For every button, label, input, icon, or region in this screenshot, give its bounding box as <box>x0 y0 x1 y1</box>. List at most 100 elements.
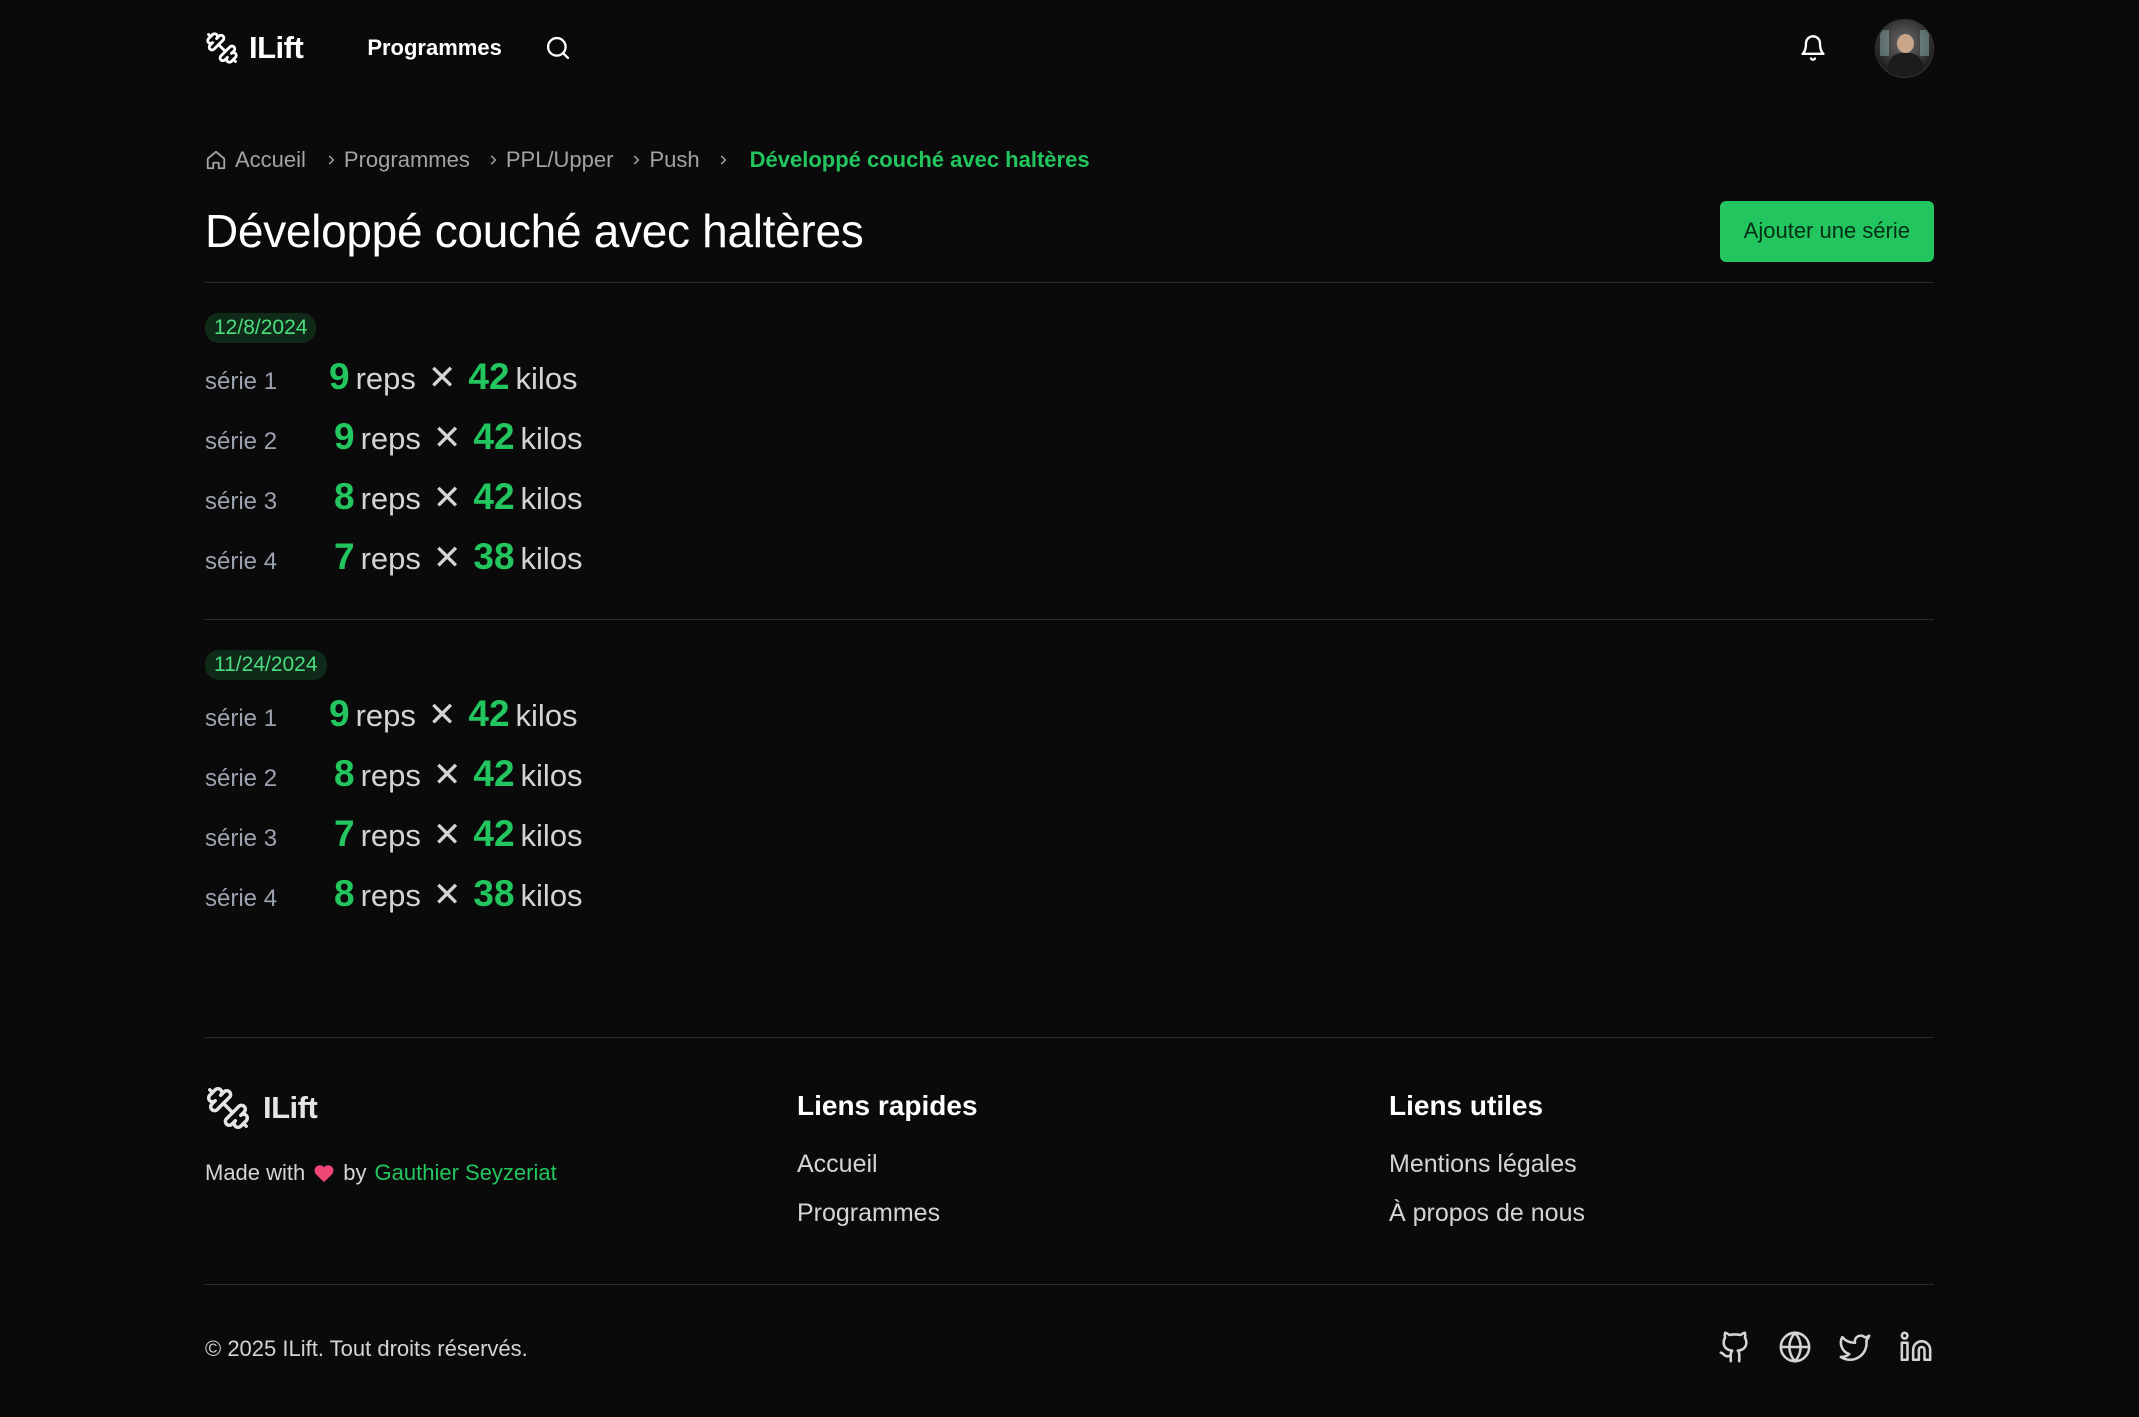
times-icon: ✕ <box>427 696 457 734</box>
search-icon <box>546 36 569 60</box>
breadcrumb-programmes[interactable]: Programmes <box>344 147 470 173</box>
reps-value: 9 <box>329 356 350 397</box>
set-row: série 4 7 reps ✕ 38 kilos <box>205 527 583 587</box>
footer-link-legal[interactable]: Mentions légales <box>1389 1150 1585 1179</box>
twitter-icon[interactable] <box>1838 1330 1872 1364</box>
search-button[interactable] <box>544 34 572 62</box>
social-links <box>1718 1330 1934 1364</box>
set-row: série 1 9 reps ✕ 42 kilos <box>205 684 583 744</box>
chevron-right-icon <box>716 153 730 167</box>
reps-value: 9 <box>329 693 350 734</box>
breadcrumb-program[interactable]: PPL/Upper <box>506 147 614 173</box>
kilos-unit: kilos <box>520 541 583 576</box>
kilos-unit: kilos <box>520 421 583 456</box>
session-date-badge: 12/8/2024 <box>205 313 317 343</box>
kilos-unit: kilos <box>520 481 583 516</box>
kilos-value: 42 <box>473 416 515 457</box>
linkedin-icon[interactable] <box>1898 1330 1934 1364</box>
author-link[interactable]: Gauthier Seyzeriat <box>375 1160 557 1186</box>
reps-value: 9 <box>334 416 355 457</box>
dumbbell-logo-icon <box>207 1087 249 1129</box>
reps-unit: reps <box>360 541 421 576</box>
breadcrumb-current: Développé couché avec haltères <box>749 147 1090 172</box>
notifications-button[interactable] <box>1799 34 1827 62</box>
footer-link-programmes[interactable]: Programmes <box>797 1199 978 1228</box>
useful-links-title: Liens utiles <box>1389 1090 1544 1121</box>
set-label: série 1 <box>205 705 278 732</box>
breadcrumb-workout[interactable]: Push <box>649 147 699 173</box>
chevron-right-icon <box>324 153 338 167</box>
chevron-right-icon <box>486 153 500 167</box>
quick-links-title: Liens rapides <box>797 1090 978 1121</box>
reps-value: 8 <box>334 873 355 914</box>
set-label: série 2 <box>205 765 278 792</box>
footer-brand[interactable]: ILift <box>205 1085 318 1131</box>
reps-unit: reps <box>360 481 421 516</box>
set-label: série 4 <box>205 548 278 575</box>
kilos-unit: kilos <box>520 818 583 853</box>
reps-unit: reps <box>355 361 416 396</box>
heart-icon <box>314 1165 334 1183</box>
reps-value: 8 <box>334 476 355 517</box>
times-icon: ✕ <box>427 359 457 397</box>
times-icon: ✕ <box>432 876 462 914</box>
add-set-button[interactable]: Ajouter une série <box>1719 200 1934 262</box>
by-label: by <box>343 1160 367 1185</box>
user-avatar[interactable] <box>1875 18 1934 78</box>
set-label: série 1 <box>205 368 278 395</box>
page-header: Développé couché avec haltères Ajouter u… <box>205 196 1934 266</box>
times-icon: ✕ <box>432 756 462 794</box>
reps-value: 7 <box>334 813 355 854</box>
reps-value: 7 <box>334 536 355 577</box>
brand-logo[interactable]: ILift <box>205 30 304 66</box>
times-icon: ✕ <box>432 816 462 854</box>
set-label: série 3 <box>205 825 278 852</box>
quick-links: Liens rapides Accueil Programmes <box>797 1090 978 1248</box>
kilos-value: 38 <box>473 536 515 577</box>
footer-link-about[interactable]: À propos de nous <box>1389 1199 1585 1228</box>
globe-icon[interactable] <box>1778 1330 1812 1364</box>
footer-brand-name: ILift <box>263 1090 318 1125</box>
times-icon: ✕ <box>432 539 462 577</box>
home-icon <box>206 150 226 170</box>
set-label: série 4 <box>205 885 278 912</box>
copyright: © 2025 ILift. Tout droits réservés. <box>205 1336 528 1361</box>
brand-name: ILift <box>249 30 304 65</box>
kilos-value: 42 <box>468 356 510 397</box>
set-row: série 3 8 reps ✕ 42 kilos <box>205 467 583 527</box>
reps-unit: reps <box>360 421 421 456</box>
useful-links: Liens utiles Mentions légales À propos d… <box>1389 1090 1585 1248</box>
github-icon[interactable] <box>1718 1330 1752 1364</box>
set-row: série 3 7 reps ✕ 42 kilos <box>205 804 583 864</box>
footer-link-accueil[interactable]: Accueil <box>797 1150 978 1179</box>
set-label: série 3 <box>205 488 278 515</box>
divider <box>205 282 1934 283</box>
kilos-unit: kilos <box>520 878 583 913</box>
kilos-value: 38 <box>473 873 515 914</box>
session-date-badge: 11/24/2024 <box>205 650 327 680</box>
kilos-value: 42 <box>473 753 515 794</box>
breadcrumb: Accueil Programmes PPL/Upper Push Dévelo… <box>205 143 1090 177</box>
top-navbar: ILift Programmes <box>205 0 1934 96</box>
made-with-label: Made with <box>205 1160 306 1185</box>
kilos-value: 42 <box>468 693 510 734</box>
set-row: série 2 9 reps ✕ 42 kilos <box>205 407 583 467</box>
nav-programmes[interactable]: Programmes <box>367 35 502 61</box>
kilos-unit: kilos <box>520 758 583 793</box>
bell-icon <box>1801 35 1825 61</box>
reps-value: 8 <box>334 753 355 794</box>
chevron-right-icon <box>629 153 643 167</box>
times-icon: ✕ <box>432 419 462 457</box>
page-title: Développé couché avec haltères <box>205 205 864 257</box>
set-label: série 2 <box>205 428 278 455</box>
breadcrumb-home[interactable]: Accueil <box>205 147 306 173</box>
reps-unit: reps <box>355 698 416 733</box>
times-icon: ✕ <box>432 479 462 517</box>
dumbbell-logo-icon <box>206 32 238 64</box>
reps-unit: reps <box>360 818 421 853</box>
session-card: 11/24/2024 série 1 9 reps ✕ 42 kilos sér… <box>205 650 583 924</box>
kilos-value: 42 <box>473 476 515 517</box>
footer-divider <box>205 1037 1934 1038</box>
kilos-value: 42 <box>473 813 515 854</box>
set-row: série 2 8 reps ✕ 42 kilos <box>205 744 583 804</box>
